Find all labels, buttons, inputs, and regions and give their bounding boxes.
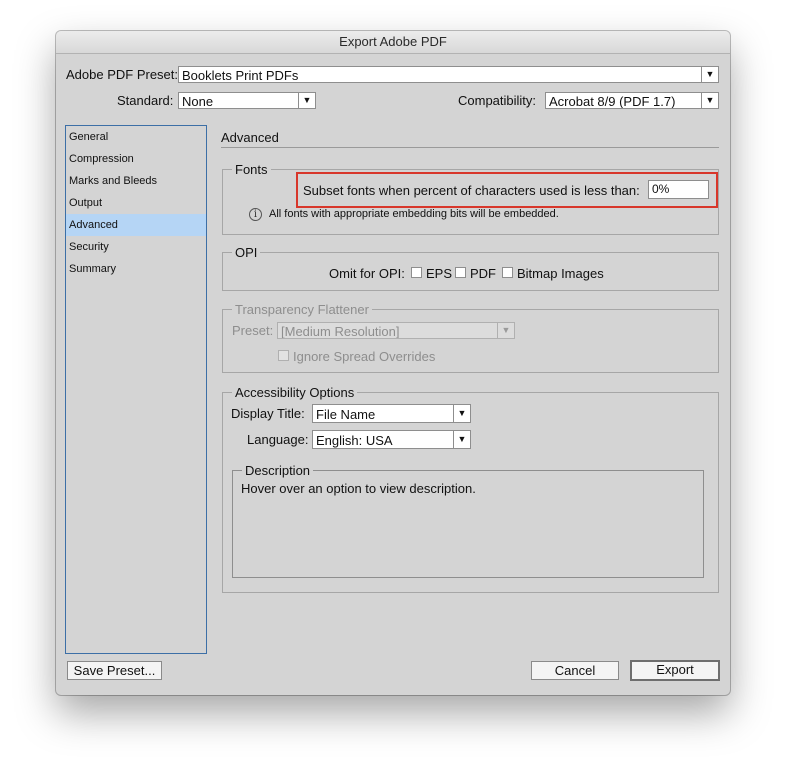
accessibility-group-title: Accessibility Options [232, 385, 358, 400]
chevron-down-icon: ▼ [298, 93, 315, 108]
description-title: Description [242, 463, 314, 478]
display-title-select[interactable]: File Name ▼ [312, 404, 471, 423]
preset-value: Booklets Print PDFs [182, 68, 299, 83]
display-title-value: File Name [316, 407, 376, 422]
fonts-info-text: All fonts with appropriate embedding bit… [269, 208, 559, 220]
flattener-preset-select[interactable]: [Medium Resolution] ▼ [277, 322, 515, 339]
sidebar-item-compression[interactable]: Compression [66, 148, 206, 170]
omit-for-opi-label: Omit for OPI: [329, 266, 405, 281]
display-title-label: Display Title: [231, 406, 305, 421]
bitmap-images-checkbox[interactable] [502, 267, 513, 278]
standard-value: None [182, 94, 214, 109]
flattener-preset-label: Preset: [232, 323, 274, 338]
chevron-down-icon: ▼ [497, 323, 514, 338]
sidebar: General Compression Marks and Bleeds Out… [65, 125, 207, 654]
compatibility-value: Acrobat 8/9 (PDF 1.7) [549, 94, 676, 109]
eps-label: EPS [426, 266, 453, 281]
sidebar-item-summary[interactable]: Summary [66, 258, 206, 280]
export-button[interactable]: Export [630, 660, 720, 681]
sidebar-item-advanced[interactable]: Advanced [66, 214, 206, 236]
language-label: Language: [247, 432, 309, 447]
sidebar-item-general[interactable]: General [66, 126, 206, 148]
ignore-spread-overrides-checkbox[interactable] [278, 350, 289, 361]
preset-select[interactable]: Booklets Print PDFs ▼ [178, 66, 719, 83]
compatibility-label: Compatibility: [458, 93, 537, 108]
sidebar-item-output[interactable]: Output [66, 192, 206, 214]
dialog-title: Export Adobe PDF [56, 31, 730, 54]
eps-checkbox[interactable] [411, 267, 422, 278]
flattener-group-title: Transparency Flattener [232, 302, 372, 317]
cancel-button[interactable]: Cancel [531, 661, 619, 680]
standard-select[interactable]: None ▼ [178, 92, 316, 109]
chevron-down-icon: ▼ [701, 93, 718, 108]
language-value: English: USA [316, 433, 393, 448]
sidebar-item-marks-and-bleeds[interactable]: Marks and Bleeds [66, 170, 206, 192]
chevron-down-icon: ▼ [701, 67, 718, 82]
chevron-down-icon: ▼ [453, 431, 470, 448]
fonts-group-title: Fonts [232, 162, 271, 177]
pdf-label: PDF [470, 266, 496, 281]
subset-fonts-label: Subset fonts when percent of characters … [303, 183, 640, 198]
flattener-preset-value: [Medium Resolution] [281, 324, 400, 339]
description-text: Hover over an option to view description… [241, 481, 476, 496]
export-pdf-dialog: Export Adobe PDF Adobe PDF Preset: Bookl… [56, 31, 730, 695]
preset-label: Adobe PDF Preset: [66, 67, 178, 82]
panel-divider [221, 147, 719, 148]
compatibility-select[interactable]: Acrobat 8/9 (PDF 1.7) ▼ [545, 92, 719, 109]
language-select[interactable]: English: USA ▼ [312, 430, 471, 449]
ignore-spread-overrides-label: Ignore Spread Overrides [293, 349, 436, 364]
opi-group-title: OPI [232, 245, 261, 260]
subset-fonts-input[interactable]: 0% [648, 180, 709, 199]
chevron-down-icon: ▼ [453, 405, 470, 422]
pdf-checkbox[interactable] [455, 267, 466, 278]
standard-label: Standard: [117, 93, 174, 108]
sidebar-item-security[interactable]: Security [66, 236, 206, 258]
panel-title: Advanced [221, 130, 279, 145]
save-preset-button[interactable]: Save Preset... [67, 661, 162, 680]
info-icon: i [249, 208, 262, 221]
bitmap-images-label: Bitmap Images [517, 266, 604, 281]
